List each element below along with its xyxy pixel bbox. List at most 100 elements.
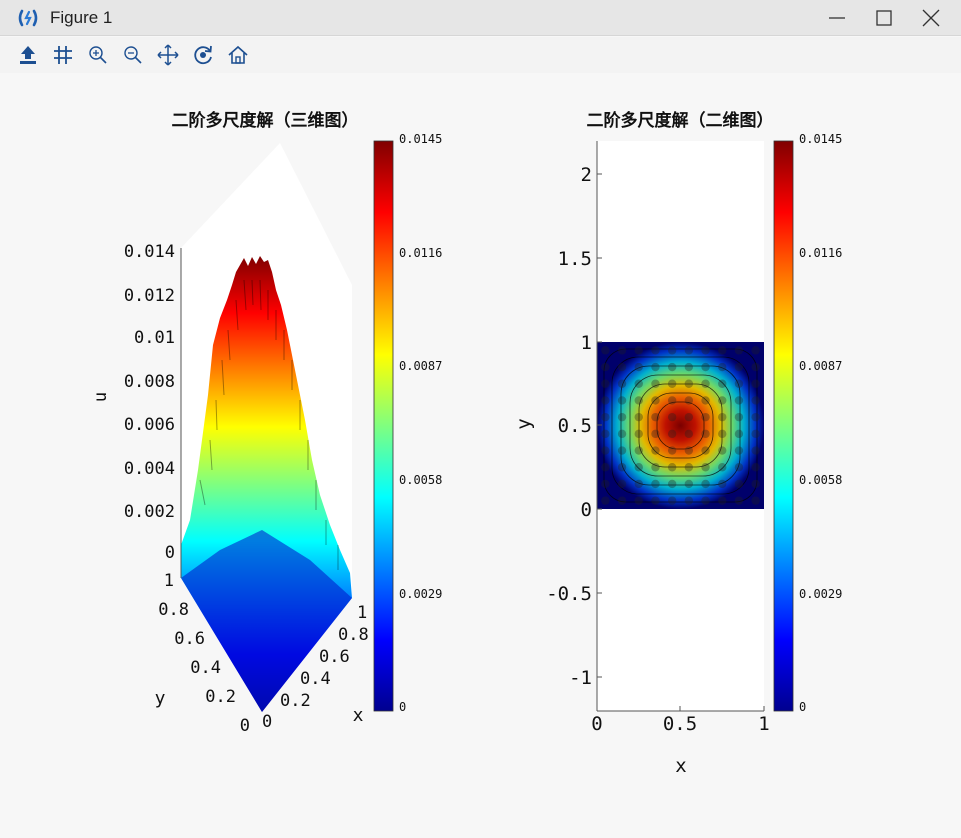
save-icon[interactable] bbox=[16, 43, 40, 67]
z-tick-label: 0.008 bbox=[124, 372, 175, 392]
inclusion-dot bbox=[667, 362, 677, 372]
inclusion-dot bbox=[634, 463, 643, 472]
map-x-axis-label: x bbox=[675, 755, 686, 777]
map-x-axis: 0 0.5 1 bbox=[591, 713, 769, 735]
colorbar-3d-ticks: 0 0.0029 0.0058 0.0087 0.0116 0.0145 bbox=[399, 132, 442, 714]
inclusion-dot bbox=[751, 479, 760, 489]
z-tick-label: 0 bbox=[165, 543, 175, 563]
z-tick-label: 0.006 bbox=[124, 415, 175, 435]
y-tick-label: 0.2 bbox=[205, 687, 236, 707]
inclusion-dot bbox=[651, 396, 660, 405]
inclusion-dot bbox=[601, 362, 610, 372]
inclusion-dot bbox=[751, 412, 760, 422]
close-icon[interactable] bbox=[918, 6, 944, 30]
rotate-icon[interactable] bbox=[191, 43, 215, 67]
map-title: 二阶多尺度解（二维图） bbox=[587, 110, 774, 131]
z-tick-label: 0.002 bbox=[124, 502, 175, 522]
inclusion-dot bbox=[684, 379, 694, 388]
inclusion-dot bbox=[718, 379, 727, 388]
z-tick-label: 0.014 bbox=[124, 242, 175, 262]
inclusion-dot bbox=[701, 446, 710, 455]
inclusion-dot bbox=[734, 412, 744, 422]
inclusion-dot bbox=[701, 463, 710, 472]
inclusion-dot bbox=[667, 479, 677, 489]
inclusion-dot bbox=[634, 496, 643, 505]
inclusion-dot bbox=[601, 496, 610, 505]
inclusion-dot bbox=[651, 479, 660, 489]
colorbar-3d bbox=[373, 140, 394, 712]
title-bar: Figure 1 bbox=[0, 0, 961, 36]
inclusion-dot bbox=[634, 446, 643, 455]
pan-icon[interactable] bbox=[156, 43, 180, 67]
inclusion-dot bbox=[667, 412, 677, 422]
inclusion-dot bbox=[617, 379, 627, 388]
figure-svg: 二阶多尺度解（三维图） 0 0.002 0.004 0.006 0.008 0.… bbox=[91, 110, 842, 777]
inclusion-dot bbox=[751, 346, 760, 355]
colorbar-tick-label: 0.0145 bbox=[799, 132, 842, 146]
inclusion-dot bbox=[684, 446, 694, 455]
inclusion-dot bbox=[601, 429, 610, 439]
zoom-out-icon[interactable] bbox=[121, 43, 145, 67]
inclusion-dot bbox=[651, 362, 660, 372]
map-y-axis-label: y bbox=[513, 418, 535, 429]
inclusion-dot bbox=[684, 496, 694, 505]
inclusion-dot bbox=[701, 496, 710, 505]
inclusion-dot bbox=[667, 496, 677, 505]
inclusion-dot bbox=[751, 396, 760, 405]
inclusion-dot bbox=[667, 446, 677, 455]
inclusion-dot bbox=[684, 463, 694, 472]
map-y-axis: -1 -0.5 0 0.5 1 1.5 2 bbox=[546, 164, 592, 689]
colorbar-tick-label: 0.0029 bbox=[799, 587, 842, 601]
inclusion-dot bbox=[601, 346, 610, 355]
y-tick-label: 0 bbox=[581, 499, 592, 521]
maximize-icon[interactable] bbox=[871, 6, 897, 30]
inclusion-dot bbox=[718, 496, 727, 505]
y-tick-label: 0.8 bbox=[158, 600, 189, 620]
inclusion-dot bbox=[718, 429, 727, 439]
inclusion-dot bbox=[634, 379, 643, 388]
inclusion-dot bbox=[734, 446, 744, 455]
inclusion-dot bbox=[617, 463, 627, 472]
inclusion-dot bbox=[617, 479, 627, 489]
app-icon bbox=[18, 9, 38, 27]
colorbar-tick-label: 0.0029 bbox=[399, 587, 442, 601]
inclusion-dot bbox=[651, 496, 660, 505]
colorbar-2d bbox=[773, 140, 794, 712]
inclusion-dot bbox=[684, 412, 694, 422]
inclusion-dot bbox=[667, 429, 677, 439]
inclusion-dot bbox=[667, 346, 677, 355]
grid-icon[interactable] bbox=[51, 43, 75, 67]
inclusion-dot bbox=[651, 412, 660, 422]
inclusion-dot bbox=[751, 463, 760, 472]
minimize-icon[interactable] bbox=[824, 6, 850, 30]
inclusion-dot bbox=[751, 496, 760, 505]
surface-title: 二阶多尺度解（三维图） bbox=[172, 110, 359, 131]
y-tick-label: 0.6 bbox=[174, 629, 205, 649]
y-tick-label: -1 bbox=[569, 667, 592, 689]
x-tick-label: 0.5 bbox=[663, 713, 697, 735]
zoom-in-icon[interactable] bbox=[86, 43, 110, 67]
inclusion-dot bbox=[701, 479, 710, 489]
z-tick-label: 0.012 bbox=[124, 286, 175, 306]
inclusion-dot bbox=[651, 446, 660, 455]
inclusion-dot bbox=[684, 396, 694, 405]
y-tick-label: 1 bbox=[581, 332, 592, 354]
inclusion-dot bbox=[634, 396, 643, 405]
home-icon[interactable] bbox=[226, 43, 250, 67]
window-title: Figure 1 bbox=[50, 8, 113, 27]
x-tick-label: 0.2 bbox=[280, 691, 311, 711]
inclusion-dot bbox=[634, 412, 643, 422]
z-tick-label: 0.004 bbox=[124, 459, 175, 479]
inclusion-dot bbox=[751, 429, 760, 439]
z-axis: 0 0.002 0.004 0.006 0.008 0.01 0.012 0.0… bbox=[124, 242, 175, 563]
y-axis-label-3d: y bbox=[155, 688, 166, 709]
inclusion-dot bbox=[617, 412, 627, 422]
figure-canvas: 二阶多尺度解（三维图） 0 0.002 0.004 0.006 0.008 0.… bbox=[0, 73, 961, 834]
inclusion-dot bbox=[734, 463, 744, 472]
x-tick-label: 1 bbox=[758, 713, 769, 735]
inclusion-dot bbox=[667, 463, 677, 472]
inclusion-dot bbox=[617, 362, 627, 372]
y-tick-label: -0.5 bbox=[546, 583, 592, 605]
colorbar-tick-label: 0 bbox=[799, 700, 806, 714]
x-tick-label: 0 bbox=[262, 712, 272, 732]
